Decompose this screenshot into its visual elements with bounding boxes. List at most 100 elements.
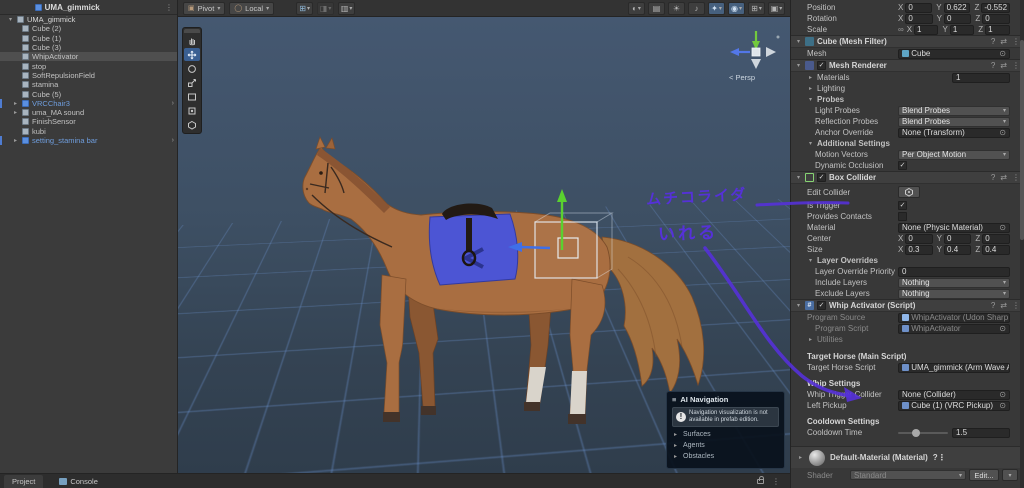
object-picker-icon[interactable]: ⊙ — [999, 223, 1006, 232]
scrollbar-thumb[interactable] — [1020, 40, 1024, 240]
sidebar-item-finishsensor[interactable]: FinishSensor — [0, 117, 177, 126]
help-icon[interactable]: ? — [991, 61, 995, 70]
component-enabled-checkbox[interactable]: ✓ — [817, 61, 826, 70]
z-axis-cone[interactable] — [766, 47, 776, 57]
expand-arrow-icon[interactable]: ▾ — [7, 16, 14, 23]
expand-arrow-icon[interactable]: ▸ — [12, 137, 19, 144]
sidebar-item-setting-stamina-bar[interactable]: ▸ setting_stamina bar › — [0, 136, 177, 145]
scale-z-field[interactable]: 1 — [985, 25, 1010, 35]
position-x-field[interactable]: 0 — [905, 3, 932, 13]
kebab-menu-icon[interactable]: ⋮ — [1012, 173, 1020, 182]
help-icon[interactable]: ? — [991, 37, 995, 46]
perspective-label[interactable]: < Persp — [729, 73, 755, 82]
provides-contacts-checkbox[interactable] — [898, 212, 907, 221]
reflection-probes-dropdown[interactable]: Blend Probes ▾ — [898, 117, 1010, 127]
kebab-menu-icon[interactable]: ⋮ — [772, 477, 780, 486]
position-z-field[interactable]: -0.552 — [981, 3, 1010, 13]
chevron-down-icon[interactable]: ▾ — [795, 174, 802, 181]
chevron-right-icon[interactable]: ▸ — [672, 431, 679, 438]
horse-model[interactable] — [303, 137, 704, 424]
sidebar-item-stamina[interactable]: stamina — [0, 80, 177, 89]
sidebar-item-cube3[interactable]: Cube (3) — [0, 43, 177, 52]
obstacles-foldout[interactable]: ▸ Obstacles — [672, 453, 779, 460]
chevron-right-icon[interactable]: ▸ — [807, 74, 814, 81]
preset-icon[interactable]: ⇄ — [1000, 37, 1007, 46]
material-header[interactable]: ▸ Default-Material (Material) ?⋮ — [791, 446, 1024, 468]
kebab-menu-icon[interactable]: ⋮ — [1012, 301, 1020, 310]
exclude-layers-dropdown[interactable]: Nothing ▾ — [898, 289, 1010, 299]
axis-center-cube[interactable] — [752, 48, 760, 56]
left-pickup-field[interactable]: Cube (1) (VRC Pickup) ⊙ — [898, 401, 1010, 411]
chevron-right-icon[interactable]: ▸ — [807, 336, 814, 343]
rotation-y-field[interactable]: 0 — [944, 14, 971, 24]
object-picker-icon[interactable]: ⊙ — [999, 128, 1006, 137]
surfaces-foldout[interactable]: ▸ Surfaces — [672, 431, 779, 438]
inspector-scrollbar[interactable] — [1020, 0, 1024, 488]
expand-arrow-icon[interactable]: ▸ — [12, 100, 19, 107]
sidebar-item-cube5[interactable]: Cube (5) — [0, 89, 177, 98]
rotation-z-field[interactable]: 0 — [982, 14, 1010, 24]
chevron-right-icon[interactable]: ▸ — [797, 454, 804, 461]
sidebar-item-uma-ma-sound[interactable]: ▸ uma_MA sound — [0, 108, 177, 117]
motion-vectors-dropdown[interactable]: Per Object Motion ▾ — [898, 150, 1010, 160]
chevron-down-icon[interactable]: ▾ — [807, 96, 814, 103]
whip-trigger-collider-field[interactable]: None (Collider) ⊙ — [898, 390, 1010, 400]
target-horse-script-field[interactable]: UMA_gimmick (Arm Wave Accelerat⊙ — [898, 363, 1010, 373]
move-tool-arrow-x[interactable] — [520, 247, 550, 248]
drag-handle-icon[interactable]: ≡ — [672, 395, 676, 404]
chevron-down-icon[interactable]: ▾ — [795, 38, 802, 45]
center-z-field[interactable]: 0 — [982, 234, 1010, 244]
center-x-field[interactable]: 0 — [905, 234, 932, 244]
collider-wireframe[interactable] — [535, 222, 597, 278]
help-icon[interactable]: ? — [991, 301, 995, 310]
dynamic-occlusion-checkbox[interactable]: ✓ — [898, 161, 907, 170]
position-y-field[interactable]: 0.622 — [944, 3, 971, 13]
rotation-x-field[interactable]: 0 — [905, 14, 932, 24]
scene-viewport[interactable]: ≡ AI Navigation ! Navigation visualizati… — [178, 17, 790, 473]
sidebar-item-softrepulsionfield[interactable]: SoftRepulsionField — [0, 71, 177, 80]
move-tool-button[interactable] — [184, 48, 200, 61]
chevron-down-icon[interactable]: ▾ — [795, 62, 802, 69]
link-scale-icon[interactable]: ∞ — [898, 25, 904, 34]
open-prefab-icon[interactable]: › — [172, 137, 174, 144]
edit-collider-tool-button[interactable] — [184, 118, 200, 131]
tab-console[interactable]: Console — [51, 475, 106, 488]
scene-lighting-toggle[interactable]: ☀ — [668, 2, 685, 15]
slider-knob[interactable] — [912, 429, 920, 437]
scene-visibility-dropdown[interactable]: ◉ ▾ — [728, 2, 745, 15]
open-prefab-icon[interactable]: › — [172, 100, 174, 107]
agents-foldout[interactable]: ▸ Agents — [672, 442, 779, 449]
chevron-down-icon[interactable]: ▾ — [807, 140, 814, 147]
draw-mode-dropdown[interactable]: ◐ ▾ — [628, 2, 645, 15]
transform-tool-button[interactable] — [184, 104, 200, 117]
size-y-field[interactable]: 0.4 — [944, 245, 971, 255]
preset-icon[interactable]: ⇄ — [1000, 61, 1007, 70]
component-enabled-checkbox[interactable]: ✓ — [817, 173, 826, 182]
cooldown-time-slider[interactable]: 1.5 — [898, 428, 1010, 438]
sidebar-item-vrcchair3[interactable]: ▸ VRCChair3 › — [0, 99, 177, 108]
rotate-tool-button[interactable] — [184, 62, 200, 75]
sidebar-item-kubi[interactable]: kubi — [0, 127, 177, 136]
box-collider-header[interactable]: ▾ ✓ Box Collider ? ⇄ ⋮ — [791, 171, 1024, 184]
pivot-dropdown[interactable]: ▣ Pivot ▾ — [183, 2, 225, 15]
size-z-field[interactable]: 0.4 — [982, 245, 1010, 255]
axis-orientation-gizmo[interactable] — [730, 31, 780, 69]
kebab-menu-icon[interactable]: ⋮ — [938, 453, 946, 462]
material-options-dropdown[interactable]: ▾ — [1002, 469, 1018, 481]
effects-dropdown[interactable]: ✦ ▾ — [708, 2, 725, 15]
expand-arrow-icon[interactable]: ▸ — [12, 109, 19, 116]
chevron-down-icon[interactable]: ▾ — [795, 302, 802, 309]
kebab-menu-icon[interactable]: ⋮ — [165, 3, 173, 12]
gizmos-dropdown[interactable]: ▣ ▾ — [768, 2, 785, 15]
preset-icon[interactable]: ⇄ — [1000, 173, 1007, 182]
whip-activator-header[interactable]: ▾ # ✓ Whip Activator (Script) ? ⇄ ⋮ — [791, 299, 1024, 312]
snap-increment-dropdown[interactable]: ◨ ▾ — [317, 2, 334, 15]
mesh-object-field[interactable]: Cube ⊙ — [898, 49, 1010, 59]
anchor-override-field[interactable]: None (Transform) ⊙ — [898, 128, 1010, 138]
object-picker-icon[interactable]: ⊙ — [999, 401, 1006, 410]
x-axis-arrow[interactable] — [730, 48, 739, 56]
object-picker-icon[interactable]: ⊙ — [999, 390, 1006, 399]
scale-tool-button[interactable] — [184, 76, 200, 89]
help-icon[interactable]: ? — [991, 173, 995, 182]
slider-track[interactable] — [898, 432, 948, 434]
